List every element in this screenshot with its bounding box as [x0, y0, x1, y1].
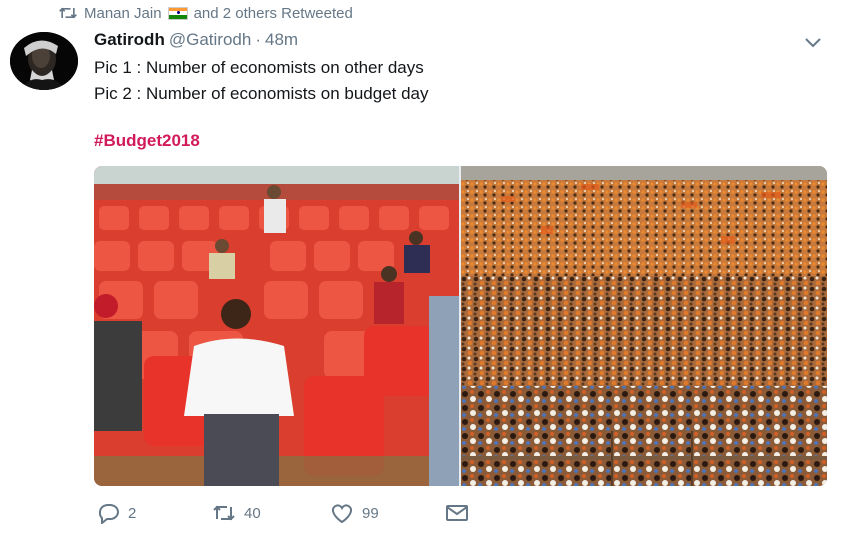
hashtag-link[interactable]: #Budget2018: [94, 131, 200, 151]
tweet-timestamp[interactable]: 48m: [265, 30, 298, 50]
retweet-context: Manan Jain and 2 others Retweeted: [58, 4, 353, 22]
reply-button[interactable]: 2: [96, 502, 136, 524]
envelope-icon: [446, 505, 468, 521]
author-name[interactable]: Gatirodh: [94, 30, 165, 50]
large-crowd-photo[interactable]: [461, 166, 827, 486]
retweet-context-suffix: and 2 others Retweeted: [193, 4, 353, 22]
tweet-header: Gatirodh @Gatirodh · 48m: [94, 30, 298, 52]
retweeter-name[interactable]: Manan Jain: [84, 5, 162, 22]
retweet-icon: [213, 505, 235, 521]
retweet-button[interactable]: 40: [212, 502, 261, 524]
tweet-actions: 2 40 99: [96, 502, 496, 530]
header-separator: ·: [255, 30, 261, 49]
chevron-down-icon[interactable]: [802, 34, 824, 50]
reply-icon: [98, 504, 119, 524]
like-count: 99: [362, 504, 379, 522]
retweet-icon: [59, 7, 77, 19]
media-grid: [94, 166, 827, 486]
direct-message-button[interactable]: [445, 502, 469, 524]
author-handle[interactable]: @Gatirodh: [169, 30, 251, 50]
empty-red-chairs-photo[interactable]: [94, 166, 459, 486]
tweet-text-line-1: Pic 1 : Number of economists on other da…: [94, 58, 424, 77]
avatar[interactable]: [10, 32, 78, 90]
reply-count: 2: [128, 504, 137, 522]
tweet-text-line-2: Pic 2 : Number of economists on budget d…: [94, 84, 429, 103]
tweet-card[interactable]: Manan Jain and 2 others Retweeted Gatiro…: [0, 0, 850, 550]
india-flag-icon: [167, 6, 188, 20]
like-button[interactable]: 99: [330, 502, 379, 524]
retweet-count: 40: [244, 504, 261, 522]
tweet-text: Pic 1 : Number of economists on other da…: [94, 55, 429, 107]
heart-icon: [331, 504, 353, 524]
